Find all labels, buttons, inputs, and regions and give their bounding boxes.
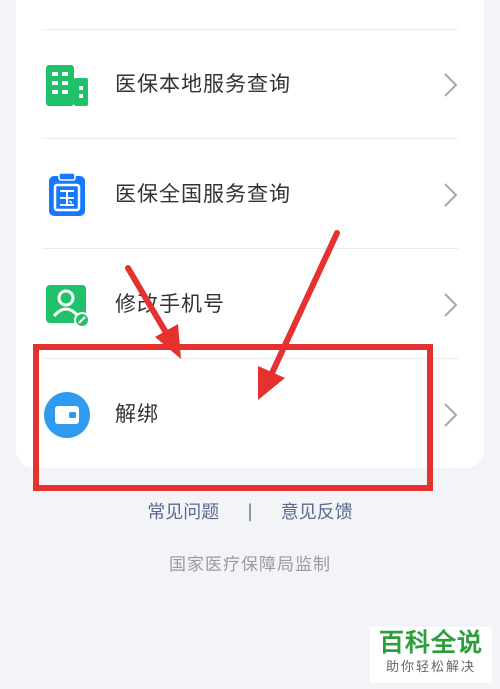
link-separator: | [246, 500, 254, 522]
chevron-right-icon [442, 72, 458, 98]
watermark-logo: 百科全说 助你轻松解决 [370, 627, 492, 683]
menu-item-label: 医保本地服务查询 [115, 72, 291, 96]
chevron-right-icon [442, 402, 458, 428]
chevron-right-icon [442, 292, 458, 318]
feedback-link[interactable]: 意见反馈 [281, 498, 353, 524]
chevron-right-icon [442, 182, 458, 208]
building-icon [44, 62, 90, 108]
menu-item-change-phone[interactable]: 修改手机号 [16, 249, 484, 359]
watermark-title: 百科全说 [378, 628, 483, 657]
menu-item-label: 解绑 [115, 402, 159, 426]
menu-item-label: 医保全国服务查询 [115, 182, 291, 206]
faq-link[interactable]: 常见问题 [147, 498, 219, 524]
watermark-subtitle: 助你轻松解决 [385, 660, 476, 675]
wallet-icon [44, 392, 90, 438]
national-clipboard-icon [44, 172, 90, 218]
menu-item-label: 修改手机号 [115, 292, 225, 316]
menu-item-unbind[interactable]: 解绑 [16, 359, 484, 469]
supervision-footer: 国家医疗保障局监制 [169, 555, 331, 575]
menu-item-local-service[interactable]: 医保本地服务查询 [16, 29, 484, 139]
user-edit-icon [44, 282, 90, 328]
menu-item-national-service[interactable]: 医保全国服务查询 [16, 139, 484, 249]
help-links: 常见问题 | 意见反馈 [0, 498, 500, 524]
